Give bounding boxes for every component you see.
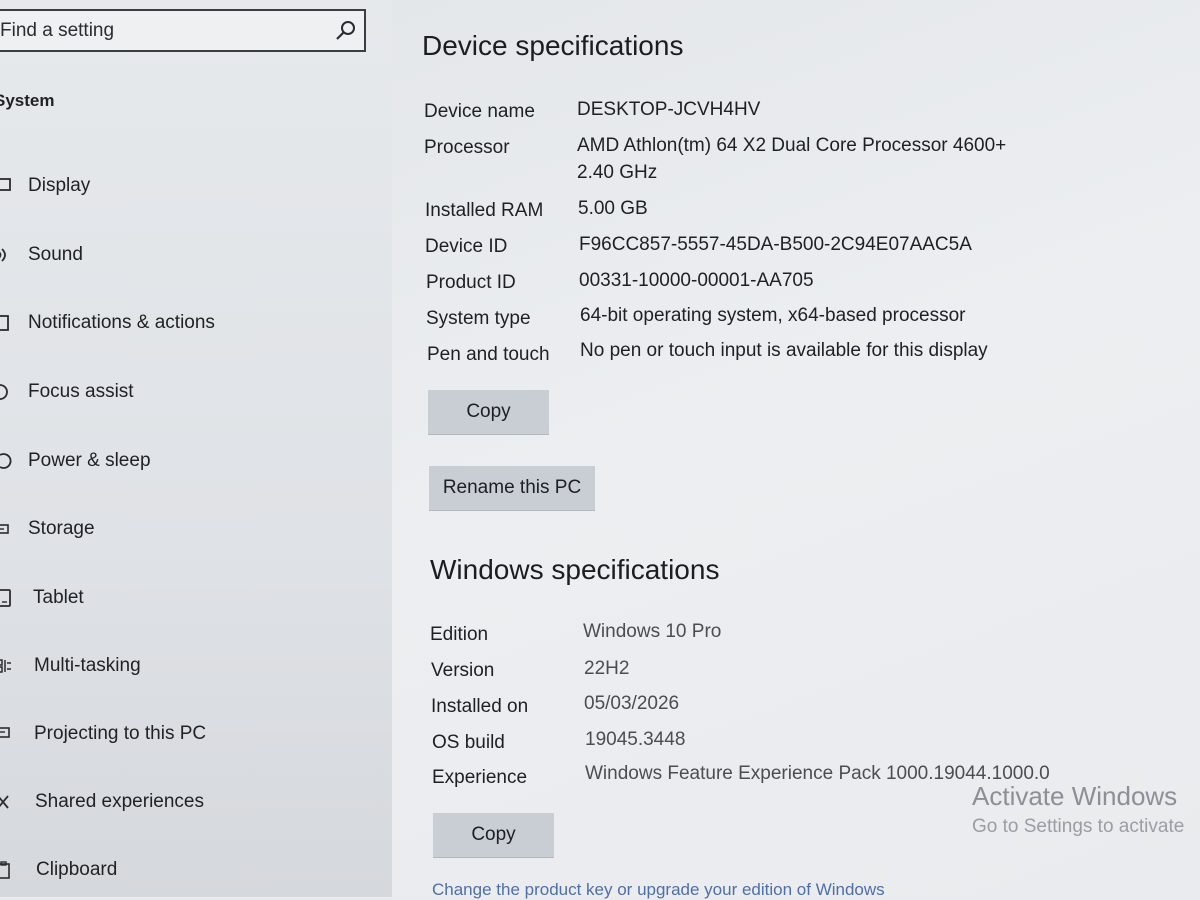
- copy-windows-specs-button[interactable]: Copy: [433, 813, 554, 857]
- storage-icon: [0, 524, 9, 534]
- spec-label-pen-touch: Pen and touch: [427, 344, 550, 365]
- copy-device-specs-button[interactable]: Copy: [428, 390, 549, 434]
- sidebar-item-label: Focus assist: [28, 381, 134, 402]
- spec-label-installed-on: Installed on: [431, 696, 529, 717]
- spec-value-version: 22H2: [584, 658, 630, 679]
- search-icon[interactable]: [334, 19, 358, 43]
- speaker-icon: [0, 248, 6, 262]
- sidebar-item-label: Clipboard: [36, 859, 118, 880]
- moon-icon: [0, 384, 8, 400]
- sidebar-item-power-sleep[interactable]: Power & sleep: [0, 441, 380, 481]
- sidebar-item-label: Multi-tasking: [34, 655, 141, 676]
- spec-label-processor: Processor: [424, 137, 510, 158]
- sidebar-item-focus-assist[interactable]: Focus assist: [0, 372, 380, 412]
- spec-label-system-type: System type: [426, 308, 531, 329]
- spec-label-installed-ram: Installed RAM: [425, 200, 544, 221]
- sidebar-item-storage[interactable]: Storage: [0, 509, 380, 549]
- spec-label-edition: Edition: [430, 624, 489, 645]
- windows-specifications-heading: Windows specifications: [430, 554, 720, 585]
- spec-value-system-type: 64-bit operating system, x64-based proce…: [580, 305, 966, 326]
- spec-label-product-id: Product ID: [426, 272, 516, 293]
- change-product-key-link[interactable]: Change the product key or upgrade your e…: [432, 880, 885, 900]
- spec-value-device-name: DESKTOP-JCVH4HV: [577, 99, 761, 120]
- sidebar-item-label: Power & sleep: [28, 450, 151, 471]
- sidebar-item-notifications[interactable]: Notifications & actions: [0, 303, 380, 343]
- sidebar-item-tablet[interactable]: Tablet: [0, 578, 380, 618]
- spec-label-experience: Experience: [432, 767, 528, 788]
- spec-value-pen-touch: No pen or touch input is available for t…: [580, 340, 988, 361]
- device-specifications-heading: Device specifications: [422, 30, 684, 61]
- power-icon: [0, 453, 12, 469]
- sidebar-item-display[interactable]: Display: [0, 166, 380, 206]
- activate-windows-watermark-title: Activate Windows: [972, 781, 1178, 811]
- sidebar-item-label: Sound: [28, 244, 83, 265]
- spec-value-processor: AMD Athlon(tm) 64 X2 Dual Core Processor…: [577, 135, 1007, 156]
- spec-value-edition: Windows 10 Pro: [583, 621, 722, 642]
- sidebar-item-sound[interactable]: Sound: [0, 235, 380, 275]
- monitor-icon: [0, 178, 11, 191]
- rename-pc-button[interactable]: Rename this PC: [429, 466, 595, 510]
- share-icon: [0, 795, 9, 809]
- about-main-panel: Device specifications Device name DESKTO…: [392, 0, 1200, 900]
- spec-value-device-id: F96CC857-5557-45DA-B500-2C94E07AAC5A: [579, 234, 972, 255]
- activate-windows-watermark-subtitle: Go to Settings to activate: [972, 816, 1185, 837]
- sidebar-item-shared-experiences[interactable]: Shared experiences: [0, 782, 380, 822]
- search-box: [0, 9, 366, 52]
- sidebar-item-label: Storage: [28, 518, 95, 539]
- sidebar-item-clipboard[interactable]: Clipboard: [0, 850, 380, 890]
- settings-sidebar: System Display Sound Notifications & act…: [0, 0, 392, 897]
- spec-value-processor-speed: 2.40 GHz: [577, 162, 658, 183]
- sidebar-item-label: Projecting to this PC: [34, 723, 207, 744]
- spec-label-version: Version: [431, 660, 495, 681]
- sidebar-item-label: Display: [28, 175, 91, 196]
- spec-label-os-build: OS build: [432, 732, 505, 753]
- sidebar-item-multitasking[interactable]: Multi-tasking: [0, 646, 380, 686]
- sidebar-section-heading: System: [0, 91, 55, 110]
- spec-value-installed-on: 05/03/2026: [584, 693, 680, 714]
- spec-value-installed-ram: 5.00 GB: [578, 198, 648, 219]
- sidebar-item-projecting[interactable]: Projecting to this PC: [0, 714, 380, 754]
- spec-label-device-name: Device name: [424, 101, 535, 122]
- tablet-icon: [0, 589, 11, 607]
- sidebar-item-label: Notifications & actions: [28, 312, 215, 333]
- notification-icon: [0, 315, 9, 331]
- sidebar-item-label: Shared experiences: [35, 791, 204, 812]
- projector-icon: [0, 727, 10, 738]
- spec-label-device-id: Device ID: [425, 236, 508, 257]
- spec-value-os-build: 19045.3448: [585, 729, 686, 750]
- multitasking-icon: [0, 659, 11, 673]
- sidebar-item-label: Tablet: [33, 587, 84, 608]
- spec-value-product-id: 00331-10000-00001-AA705: [579, 270, 814, 291]
- clipboard-icon: [0, 861, 10, 879]
- search-input[interactable]: [0, 11, 328, 50]
